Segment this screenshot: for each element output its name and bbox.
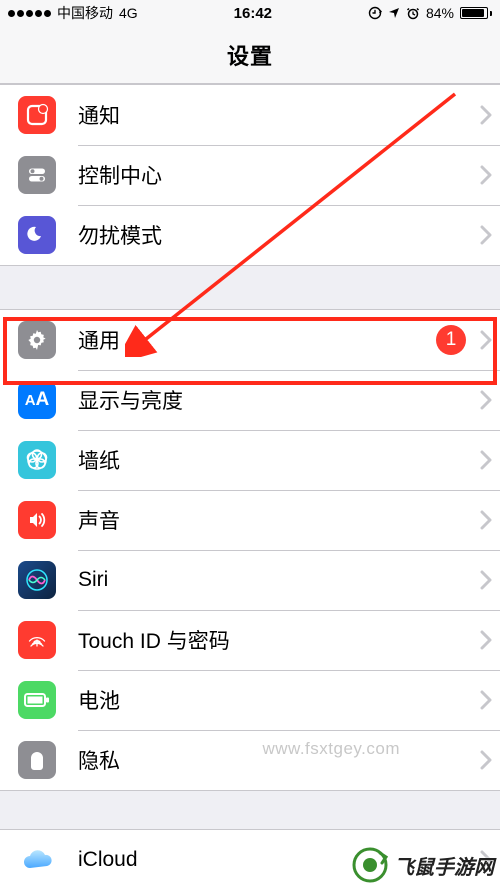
notifications-icon — [18, 96, 56, 134]
row-notifications[interactable]: 通知 — [0, 85, 500, 145]
settings-section-1: 通知 控制中心 勿扰模式 — [0, 84, 500, 266]
siri-icon — [18, 561, 56, 599]
row-label: 显示与亮度 — [78, 385, 472, 415]
watermark-icon — [352, 847, 388, 883]
watermark-text: 飞鼠手游网 — [394, 851, 494, 880]
clock-label: 16:42 — [138, 5, 368, 22]
row-label: Touch ID 与密码 — [78, 625, 472, 655]
privacy-icon — [18, 741, 56, 779]
row-label: 电池 — [78, 685, 472, 715]
sounds-icon — [18, 501, 56, 539]
watermark-url: www.fsxtgey.com — [262, 739, 400, 759]
general-icon — [18, 321, 56, 359]
carrier-label: 中国移动 — [57, 3, 113, 23]
chevron-right-icon — [472, 225, 500, 245]
chevron-right-icon — [472, 570, 500, 590]
alarm-icon — [406, 6, 420, 20]
settings-section-2: 通用 1 AA 显示与亮度 墙纸 声音 Siri Touch ID 与密码 电池… — [0, 309, 500, 791]
icloud-icon — [18, 841, 56, 879]
chevron-right-icon — [472, 105, 500, 125]
notification-badge: 1 — [436, 325, 466, 355]
row-battery[interactable]: 电池 — [0, 670, 500, 730]
row-general[interactable]: 通用 1 — [0, 310, 500, 370]
chevron-right-icon — [472, 750, 500, 770]
row-label: 墙纸 — [78, 445, 472, 475]
controlcenter-icon — [18, 156, 56, 194]
chevron-right-icon — [472, 510, 500, 530]
row-label: 通知 — [78, 100, 472, 130]
chevron-right-icon — [472, 630, 500, 650]
chevron-right-icon — [472, 690, 500, 710]
row-label: 勿扰模式 — [78, 220, 472, 250]
status-bar: 中国移动 4G 16:42 84% — [0, 0, 500, 26]
display-icon: AA — [18, 381, 56, 419]
section-gap — [0, 266, 500, 309]
row-wallpaper[interactable]: 墙纸 — [0, 430, 500, 490]
battery-icon — [460, 7, 492, 19]
row-label: 通用 — [78, 325, 436, 355]
chevron-right-icon — [472, 165, 500, 185]
status-right: 84% — [368, 5, 492, 21]
wallpaper-icon — [18, 441, 56, 479]
location-icon — [388, 7, 400, 19]
network-label: 4G — [119, 5, 138, 21]
status-left: 中国移动 4G — [8, 3, 138, 23]
row-privacy[interactable]: 隐私 — [0, 730, 500, 790]
row-label: 声音 — [78, 505, 472, 535]
battery-icon — [18, 681, 56, 719]
orientation-lock-icon — [368, 6, 382, 20]
chevron-right-icon — [472, 330, 500, 350]
row-label: Siri — [78, 568, 472, 592]
row-display[interactable]: AA 显示与亮度 — [0, 370, 500, 430]
row-touchid[interactable]: Touch ID 与密码 — [0, 610, 500, 670]
dnd-icon — [18, 216, 56, 254]
signal-strength-icon — [8, 10, 51, 17]
nav-header: 设置 — [0, 26, 500, 84]
section-gap — [0, 791, 500, 829]
touchid-icon — [18, 621, 56, 659]
battery-percent-label: 84% — [426, 5, 454, 21]
row-controlcenter[interactable]: 控制中心 — [0, 145, 500, 205]
watermark: 飞鼠手游网 — [352, 847, 494, 883]
row-label: 控制中心 — [78, 160, 472, 190]
chevron-right-icon — [472, 450, 500, 470]
chevron-right-icon — [472, 390, 500, 410]
row-sounds[interactable]: 声音 — [0, 490, 500, 550]
row-siri[interactable]: Siri — [0, 550, 500, 610]
row-dnd[interactable]: 勿扰模式 — [0, 205, 500, 265]
page-title: 设置 — [227, 39, 273, 71]
